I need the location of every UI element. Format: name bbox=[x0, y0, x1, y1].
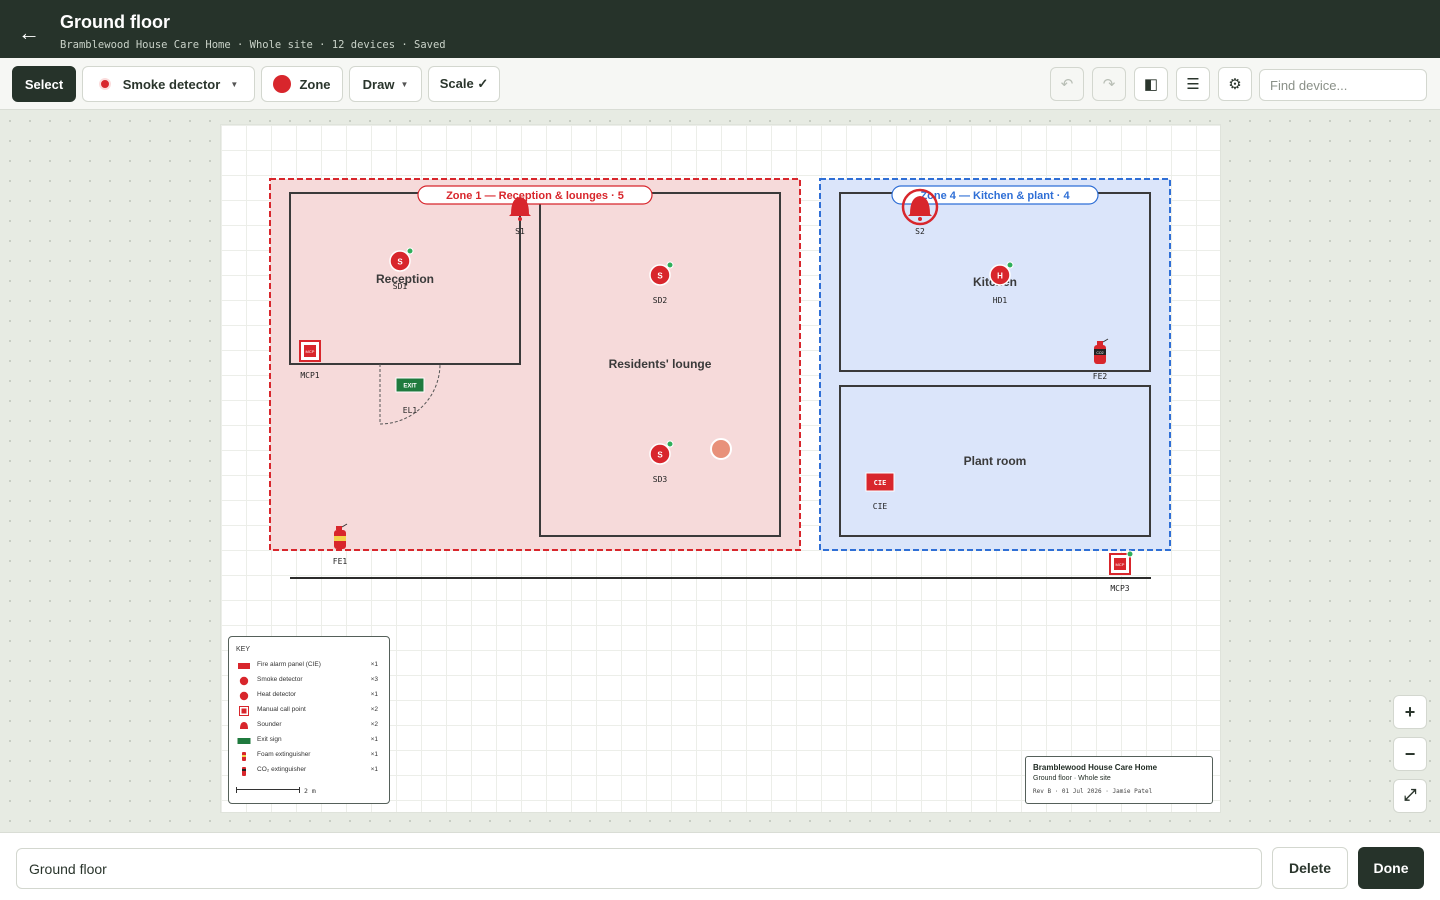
mcp3-glyph: MCP bbox=[1116, 562, 1125, 567]
title-block-floor: Ground floor · Whole site bbox=[1033, 775, 1111, 782]
co2-extinguisher-icon bbox=[242, 767, 246, 776]
s2-label: S2 bbox=[915, 227, 925, 236]
sd2-label: SD2 bbox=[653, 296, 668, 305]
sd1-label: SD1 bbox=[393, 282, 408, 291]
zone-4-area[interactable] bbox=[819, 178, 1171, 551]
mcp1-glyph: MCP bbox=[306, 349, 315, 354]
legend-row: Foam extinguisher ×1 bbox=[229, 750, 389, 762]
hd1-label: HD1 bbox=[993, 296, 1008, 305]
legend-count: ×2 bbox=[370, 721, 378, 728]
sounder-icon bbox=[240, 722, 248, 729]
status-dot bbox=[406, 247, 414, 255]
exit-sign-icon bbox=[237, 738, 251, 744]
heat-detector-icon bbox=[239, 691, 249, 701]
zone-4-label: Zone 4 — Kitchen & plant · 4 bbox=[920, 190, 1070, 202]
placement-cursor[interactable] bbox=[710, 438, 732, 460]
drawing-title-block: Bramblewood House Care Home Ground floor… bbox=[1025, 756, 1213, 804]
legend-title: KEY bbox=[236, 646, 251, 653]
legend-row: Exit sign ×1 bbox=[229, 735, 389, 747]
fe1-label: FE1 bbox=[333, 557, 348, 566]
floor-name-input[interactable] bbox=[16, 848, 1262, 889]
mcp1-label: MCP1 bbox=[300, 371, 319, 380]
legend-count: ×1 bbox=[370, 691, 378, 698]
mcp3-label: MCP3 bbox=[1110, 584, 1129, 593]
room-label-lounge: Residents' lounge bbox=[609, 357, 712, 371]
hd1-glyph: H bbox=[997, 272, 1003, 281]
bottom-bar: Delete Done bbox=[0, 832, 1440, 900]
zone-1-label: Zone 1 — Reception & lounges · 5 bbox=[446, 190, 624, 202]
floor-plan: Reception Residents' lounge Kitchen Plan… bbox=[269, 178, 1171, 593]
fit-to-screen-icon[interactable]: ⤢ bbox=[1393, 779, 1427, 813]
legend-count: ×1 bbox=[370, 766, 378, 773]
legend-label: Heat detector bbox=[257, 691, 297, 698]
status-dot bbox=[1126, 550, 1134, 558]
call-point-mcp1[interactable]: MCP MCP1 bbox=[299, 340, 321, 380]
fe2-label: FE2 bbox=[1093, 372, 1108, 381]
legend-count: ×2 bbox=[370, 706, 378, 713]
legend-label: Exit sign bbox=[257, 736, 282, 743]
legend-key: KEY Fire alarm panel (CIE) ×1 Smoke dete… bbox=[228, 636, 390, 804]
legend-row: Sounder ×2 bbox=[229, 720, 389, 732]
el1-label: EL1 bbox=[403, 406, 418, 415]
el1-glyph: EXIT bbox=[403, 384, 417, 390]
s1-label: S1 bbox=[515, 227, 525, 236]
sd3-glyph: S bbox=[657, 451, 663, 460]
panel-icon bbox=[238, 663, 250, 669]
legend-count: ×1 bbox=[370, 751, 378, 758]
legend-count: ×3 bbox=[370, 676, 378, 683]
foam-extinguisher-icon bbox=[242, 752, 246, 761]
sd3-label: SD3 bbox=[653, 475, 668, 484]
legend-label: CO₂ extinguisher bbox=[257, 766, 307, 773]
legend-count: ×1 bbox=[370, 736, 378, 743]
legend-row: Fire alarm panel (CIE) ×1 bbox=[229, 660, 389, 672]
cie-label: CIE bbox=[873, 502, 888, 511]
call-point-icon bbox=[239, 706, 249, 716]
legend-row: Manual call point ×2 bbox=[229, 705, 389, 717]
legend-label: Fire alarm panel (CIE) bbox=[257, 661, 321, 668]
call-point-mcp3[interactable]: MCP MCP3 bbox=[1109, 550, 1134, 593]
sd1-glyph: S bbox=[397, 258, 403, 267]
done-button[interactable]: Done bbox=[1358, 847, 1424, 889]
status-dot bbox=[666, 261, 674, 269]
title-block-revision: Rev B · 01 Jul 2026 · Jamie Patel bbox=[1033, 788, 1153, 795]
legend-label: Smoke detector bbox=[257, 676, 303, 683]
status-dot bbox=[1006, 261, 1014, 269]
legend-row: Heat detector ×1 bbox=[229, 690, 389, 702]
zoom-out-icon[interactable]: − bbox=[1393, 737, 1427, 771]
delete-button[interactable]: Delete bbox=[1272, 847, 1348, 889]
sd2-glyph: S bbox=[657, 272, 663, 281]
zoom-in-icon[interactable]: + bbox=[1393, 695, 1427, 729]
cie-glyph: CIE bbox=[874, 479, 887, 487]
fe2-glyph: CO2 bbox=[1096, 351, 1103, 355]
legend-row: Smoke detector ×3 bbox=[229, 675, 389, 687]
room-label-plant: Plant room bbox=[964, 454, 1027, 468]
title-block-org: Bramblewood House Care Home bbox=[1033, 763, 1158, 772]
status-dot bbox=[666, 440, 674, 448]
legend-label: Foam extinguisher bbox=[257, 751, 311, 758]
legend-label: Manual call point bbox=[257, 706, 306, 713]
scale-bar bbox=[236, 787, 300, 793]
scale-bar-label: 2 m bbox=[304, 787, 316, 795]
legend-count: ×1 bbox=[370, 661, 378, 668]
legend-row: CO₂ extinguisher ×1 bbox=[229, 765, 389, 777]
legend-label: Sounder bbox=[257, 721, 282, 728]
smoke-detector-icon bbox=[239, 676, 249, 686]
